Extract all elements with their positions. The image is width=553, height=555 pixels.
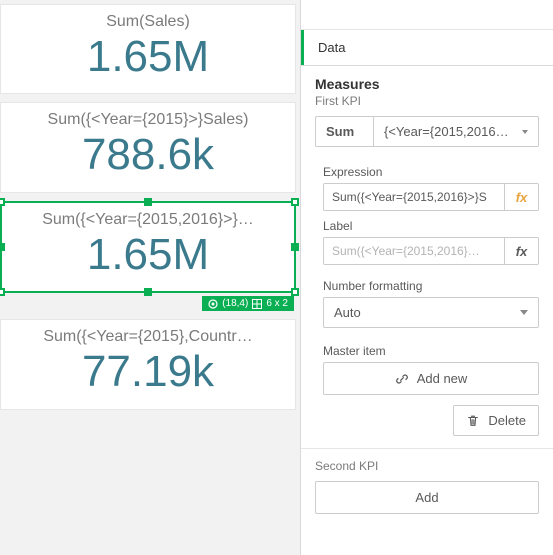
kpi-card[interactable]: Sum({<Year={2015}>}Sales) 788.6k xyxy=(0,102,296,192)
grid-icon xyxy=(252,299,262,309)
master-item-label: Master item xyxy=(323,344,539,358)
field-cell: {<Year={2015,2016… xyxy=(374,117,538,146)
expression-input[interactable]: Sum({<Year={2015,2016}>}S xyxy=(323,183,505,211)
delete-button[interactable]: Delete xyxy=(453,405,539,436)
chevron-down-icon xyxy=(520,310,528,315)
resize-handle[interactable] xyxy=(291,288,299,296)
number-formatting-label: Number formatting xyxy=(323,279,539,293)
kpi-card-selected[interactable]: Sum({<Year={2015,2016}>}… 1.65M (18,4) 6… xyxy=(0,201,296,293)
label-label: Label xyxy=(323,219,539,233)
link-icon xyxy=(395,372,409,386)
number-formatting-value: Auto xyxy=(334,305,361,320)
resize-handle[interactable] xyxy=(144,198,152,206)
trash-icon xyxy=(466,414,480,428)
label-input[interactable]: Sum({<Year={2015,2016}… xyxy=(323,237,505,265)
delete-label: Delete xyxy=(488,413,526,428)
second-kpi-section: Second KPI Add xyxy=(301,449,553,528)
resize-handle[interactable] xyxy=(0,288,5,296)
kpi-label: Sum({<Year={2015,2016}>}… xyxy=(10,211,286,229)
properties-panel: Data Measures First KPI Sum {<Year={2015… xyxy=(300,0,553,555)
resize-handle[interactable] xyxy=(144,288,152,296)
kpi-value: 788.6k xyxy=(9,131,287,179)
kpi-label: Sum(Sales) xyxy=(9,13,287,31)
resize-handle[interactable] xyxy=(0,198,5,206)
add-label: Add xyxy=(415,490,438,505)
kpi-value: 1.65M xyxy=(10,231,286,279)
measures-title: Measures xyxy=(315,76,539,92)
number-formatting-select[interactable]: Auto xyxy=(323,297,539,328)
resize-handle[interactable] xyxy=(0,243,5,251)
resize-handle[interactable] xyxy=(291,243,299,251)
size-text: 6 x 2 xyxy=(266,298,288,309)
fx-icon: fx xyxy=(516,244,528,259)
add-new-button[interactable]: Add new xyxy=(323,362,539,395)
tab-data[interactable]: Data xyxy=(301,30,359,65)
resize-handle[interactable] xyxy=(291,198,299,206)
measure-details: Expression Sum({<Year={2015,2016}>}S fx … xyxy=(301,157,553,449)
position-text: (18,4) xyxy=(222,298,248,309)
expression-label: Expression xyxy=(323,165,539,179)
add-new-label: Add new xyxy=(417,371,468,386)
kpi-label: Sum({<Year={2015}>}Sales) xyxy=(9,111,287,129)
selection-badge: (18,4) 6 x 2 xyxy=(202,296,294,311)
measure-summary-row[interactable]: Sum {<Year={2015,2016… xyxy=(315,116,539,147)
second-kpi-label: Second KPI xyxy=(315,459,539,473)
field-text: {<Year={2015,2016… xyxy=(384,124,509,139)
target-icon xyxy=(208,299,218,309)
panel-header xyxy=(301,0,553,30)
kpi-card[interactable]: Sum(Sales) 1.65M xyxy=(0,4,296,94)
chevron-down-icon xyxy=(522,130,528,134)
fx-icon: fx xyxy=(516,190,528,205)
kpi-label: Sum({<Year={2015},Countr… xyxy=(9,328,287,346)
kpi-value: 77.19k xyxy=(9,348,287,396)
measures-section: Measures First KPI Sum {<Year={2015,2016… xyxy=(301,66,553,157)
add-button[interactable]: Add xyxy=(315,481,539,514)
first-kpi-label: First KPI xyxy=(315,94,539,108)
aggregation-cell: Sum xyxy=(316,117,374,146)
canvas-area: Sum(Sales) 1.65M Sum({<Year={2015}>}Sale… xyxy=(0,0,300,555)
expression-editor-button[interactable]: fx xyxy=(505,183,539,211)
kpi-value: 1.65M xyxy=(9,33,287,81)
kpi-card[interactable]: Sum({<Year={2015},Countr… 77.19k xyxy=(0,319,296,409)
label-expression-button[interactable]: fx xyxy=(505,237,539,265)
tab-row: Data xyxy=(301,30,553,66)
